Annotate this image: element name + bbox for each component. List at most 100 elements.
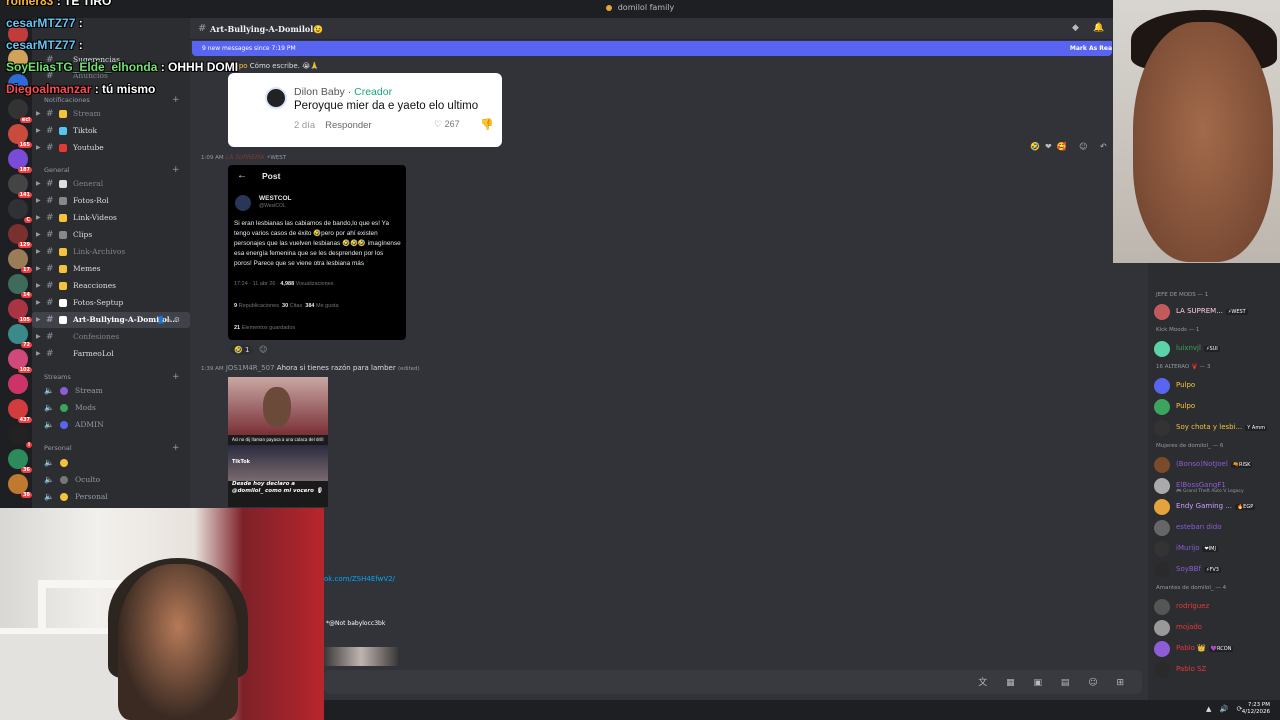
- channel-notif-2[interactable]: ▶ # Youtube: [32, 140, 190, 156]
- member-item[interactable]: luixnvjl ⚡SUI: [1154, 339, 1280, 359]
- channel-notif-1[interactable]: ▶ # Tiktok: [32, 123, 190, 139]
- member-item[interactable]: Pablo SZ: [1154, 660, 1280, 680]
- avatar: [1154, 399, 1170, 415]
- server-icon[interactable]: 102: [8, 349, 32, 373]
- overlay-chat-line: cesarMTZ77 :: [6, 16, 83, 30]
- add-channel-icon[interactable]: +: [172, 443, 180, 453]
- member-item[interactable]: LA SUPREM... ⚡WEST: [1154, 302, 1280, 322]
- tiktok-image-attachment[interactable]: Así no dij llaman payasa a una calaca de…: [228, 377, 328, 507]
- chat-username: SoyEliasTG_Elde_elhonda: [6, 60, 158, 74]
- channel-general-0[interactable]: ▶ # General: [32, 176, 190, 192]
- avatar: [1154, 641, 1170, 657]
- message-link[interactable]: ok.com/ZSH4EfwV2/: [324, 575, 395, 583]
- add-reaction-icon[interactable]: ☺: [259, 345, 267, 354]
- server-icon[interactable]: 165: [8, 124, 32, 148]
- server-badge: ecl: [19, 117, 32, 123]
- channel-general-3[interactable]: ▶ # Clips: [32, 227, 190, 243]
- voice-channel-p0[interactable]: 🔈: [32, 455, 190, 471]
- channel-general-8[interactable]: ▶ # Art-Bullying-A-Domilol... 👤+ ⚙: [32, 312, 190, 328]
- server-icon[interactable]: 141: [8, 174, 32, 198]
- chat-message: : OHHH DOMI: [157, 60, 239, 74]
- server-badge: 165: [17, 142, 32, 148]
- server-icon[interactable]: 38: [8, 474, 32, 498]
- member-item[interactable]: iMurijo ❤IMJ: [1154, 539, 1280, 559]
- server-badge: 14: [21, 292, 32, 298]
- category-label: General: [44, 166, 70, 174]
- server-icon[interactable]: I: [8, 424, 32, 448]
- category-general[interactable]: General +: [44, 165, 180, 175]
- category-streams[interactable]: Streams +: [44, 372, 180, 382]
- chevron-icon: ▶: [36, 214, 41, 221]
- member-item[interactable]: (Bonso)NotJoel 🔫RISK: [1154, 455, 1280, 475]
- member-item[interactable]: Pablo 👑 💜RCON: [1154, 639, 1280, 659]
- server-icon[interactable]: 437: [8, 399, 32, 423]
- channel-name: ADMIN: [75, 420, 104, 429]
- dislike-icon[interactable]: 👎: [480, 118, 494, 131]
- window-title: domilol family: [617, 3, 675, 12]
- reaction-chip[interactable]: 🤣 1: [230, 345, 254, 355]
- channel-general-5[interactable]: ▶ # Memes: [32, 261, 190, 277]
- member-item[interactable]: Pulpo: [1154, 397, 1280, 417]
- message-author[interactable]: LA SUPREMA: [226, 154, 264, 161]
- member-item[interactable]: Soy chota y lesbi... Y Amm: [1154, 418, 1280, 438]
- post-body: Si eran lesbianas las cabiamos de bando,…: [234, 220, 401, 267]
- add-channel-icon[interactable]: +: [172, 165, 180, 175]
- server-icon[interactable]: 187: [8, 149, 32, 173]
- speaker-icon: 🔈: [44, 458, 54, 467]
- embed-thumbnail[interactable]: [324, 647, 398, 666]
- channel-settings-icons[interactable]: 👤+ ⚙: [157, 312, 180, 328]
- voice-channel-0[interactable]: 🔈 Stream: [32, 383, 190, 399]
- composer-tools[interactable]: 文 ▦ ▣ ▤ ☺ ⊞: [978, 675, 1132, 688]
- channel-general-2[interactable]: ▶ # Link-Videos: [32, 210, 190, 226]
- server-badge: 437: [17, 417, 32, 423]
- speaker-icon: 🔈: [44, 492, 54, 501]
- message-text: Ahora si tienes razón para lamber: [276, 364, 396, 372]
- voice-channel-1[interactable]: 🔈 Mods: [32, 400, 190, 416]
- post-header: Post: [262, 171, 281, 181]
- voice-channel-2[interactable]: 🔈 ADMIN: [32, 417, 190, 433]
- server-icon[interactable]: 129: [8, 224, 32, 248]
- server-icon[interactable]: C: [8, 199, 32, 223]
- server-icon[interactable]: 36: [8, 449, 32, 473]
- voice-channel-p1[interactable]: 🔈 Oculto: [32, 472, 190, 488]
- add-channel-icon[interactable]: +: [172, 372, 180, 382]
- hash-icon: #: [46, 281, 54, 291]
- hash-icon: #: [46, 179, 54, 189]
- channel-emoji-icon: [59, 197, 67, 205]
- member-item[interactable]: esteban dido: [1154, 518, 1280, 538]
- message-mention: *@Not babylocc3bk: [326, 620, 386, 627]
- member-item[interactable]: rodriguez: [1154, 597, 1280, 617]
- server-icon[interactable]: 72: [8, 324, 32, 348]
- channel-general-1[interactable]: ▶ # Fotos-Rol: [32, 193, 190, 209]
- category-personal[interactable]: Personal +: [44, 443, 180, 453]
- channel-general-4[interactable]: ▶ # Link-Archivos: [32, 244, 190, 260]
- message-composer[interactable]: 文 ▦ ▣ ▤ ☺ ⊞: [324, 670, 1142, 694]
- channel-general-6[interactable]: ▶ # Reacciones: [32, 278, 190, 294]
- server-icon[interactable]: 17: [8, 249, 32, 273]
- avatar: [1154, 378, 1170, 394]
- member-item[interactable]: SoyBBf ⚡FV3: [1154, 560, 1280, 580]
- channel-emoji-icon: [59, 248, 67, 256]
- hash-icon: #: [46, 332, 54, 342]
- chevron-icon: ▶: [36, 144, 41, 151]
- member-item[interactable]: ElBossGangF1 🎮 Grand Theft Auto V Legacy: [1154, 476, 1280, 496]
- server-icon[interactable]: [8, 374, 28, 394]
- channel-general-9[interactable]: ▶ # Confesiones: [32, 329, 190, 345]
- member-item[interactable]: mojado: [1154, 618, 1280, 638]
- member-item[interactable]: Pulpo: [1154, 376, 1280, 396]
- channel-general-7[interactable]: ▶ # Fotos-Septup: [32, 295, 190, 311]
- pin-icon[interactable]: ◆: [1072, 23, 1079, 33]
- bell-icon[interactable]: 🔔: [1093, 23, 1104, 33]
- reply-link[interactable]: Responder: [325, 120, 371, 131]
- server-icon[interactable]: 105: [8, 299, 32, 323]
- new-messages-bar[interactable]: 9 new messages since 7:19 PM Mark As Rea: [192, 41, 1112, 56]
- member-name: Pablo SZ: [1176, 665, 1207, 673]
- channel-general-10[interactable]: ▶ # FarmeoLol: [32, 346, 190, 362]
- server-icon[interactable]: 14: [8, 274, 32, 298]
- message-author[interactable]: JOS1M4R_507: [226, 364, 275, 372]
- tray-icons[interactable]: ▲ 🔊 ⟳: [1206, 705, 1245, 713]
- mark-as-read-button[interactable]: Mark As Rea: [1070, 41, 1112, 56]
- member-item[interactable]: Endy Gaming ... 🔥EGP: [1154, 497, 1280, 517]
- comment-likes[interactable]: ♡ 267: [434, 119, 460, 130]
- voice-channel-p2[interactable]: 🔈 Personal: [32, 489, 190, 505]
